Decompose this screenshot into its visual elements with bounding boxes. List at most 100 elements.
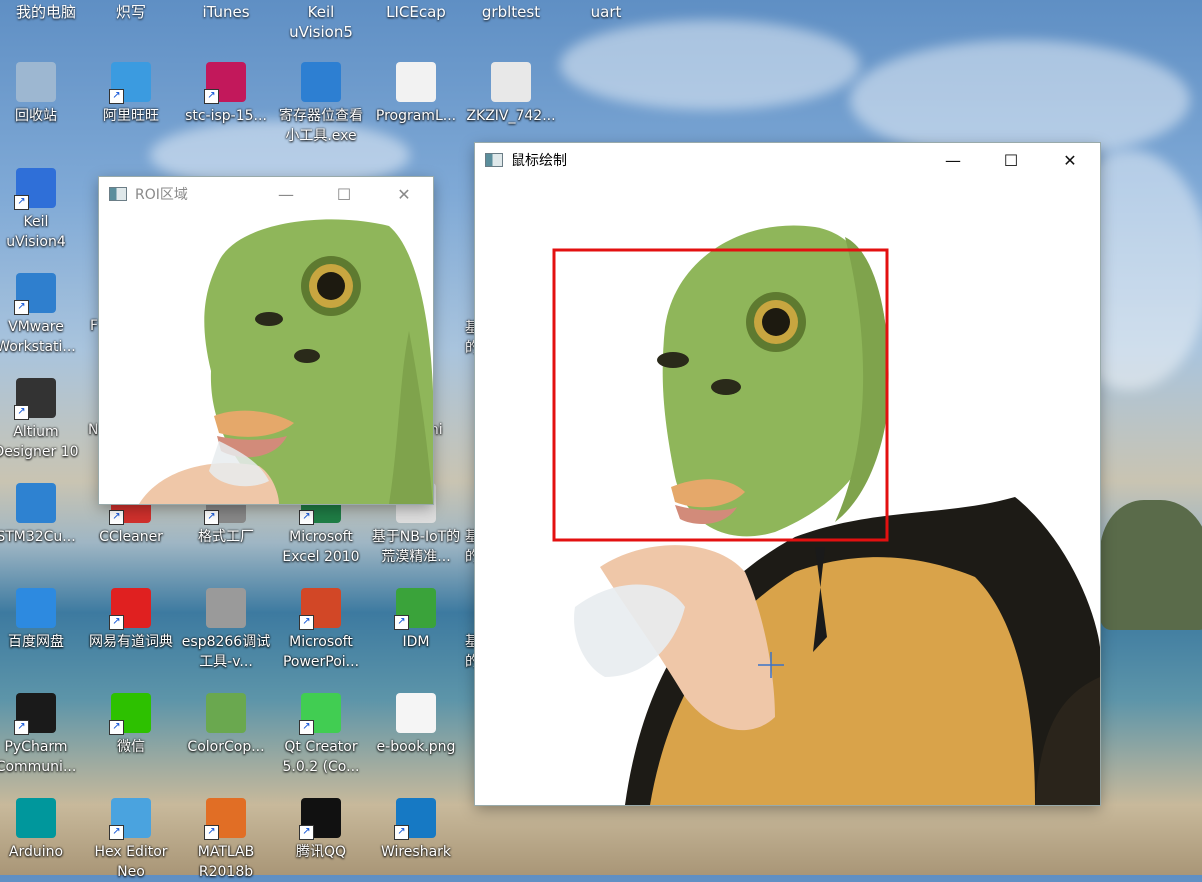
desktop-icon[interactable]: STM32Cu... [0,483,82,547]
main-minimize-button[interactable]: — [924,143,982,177]
desktop-icon-label: Hex Editor Neo [94,844,168,880]
desktop-icon[interactable]: ↗ Altium Designer 10 [0,378,82,462]
desktop-icon-label: Altium Designer 10 [0,424,79,460]
desktop-icon[interactable]: ↗ MATLAB R2018b [180,798,272,882]
desktop-icon-label: 回收站 [15,108,57,124]
app-icon: ↗ [299,588,341,630]
desktop-icon[interactable]: ZKZIV_742... [465,62,557,126]
desktop-icon[interactable]: ↗ Wireshark [370,798,462,862]
desktop-icon[interactable]: ↗ 腾讯QQ [275,798,367,862]
desktop-icon[interactable]: ↗ 阿里旺旺 [85,62,177,126]
shortcut-arrow-icon: ↗ [109,89,124,104]
desktop-icon-label: 格式工厂 [198,529,254,545]
drawing-canvas[interactable] [475,177,1100,805]
app-icon [491,62,531,102]
desktop-icon[interactable]: ↗ 网易有道词典 [85,588,177,652]
desktop-icon[interactable]: ↗ stc-isp-15... [180,62,272,126]
desktop-top-label[interactable]: iTunes [180,2,272,22]
desktop-top-label[interactable]: 炽写 [85,2,177,22]
app-icon: ↗ [299,798,341,840]
shortcut-arrow-icon: ↗ [394,615,409,630]
desktop-top-label[interactable]: LICEcap [370,2,462,22]
desktop-top-label[interactable]: Keil uVision5 [275,2,367,42]
desktop-icon-label: 网易有道词典 [89,634,173,650]
shortcut-arrow-icon: ↗ [14,405,29,420]
desktop-icon[interactable]: ↗ Microsoft PowerPoi... [275,588,367,672]
desktop-icon-label: ProgramL... [375,108,457,124]
app-icon: ↗ [14,273,56,315]
desktop-icon[interactable]: ↗ VMware Workstati... [0,273,82,357]
desktop-icon-label: IDM [402,634,430,650]
shortcut-arrow-icon: ↗ [14,195,29,210]
desktop-icon-label: 微信 [117,739,145,755]
desktop-icon-label: CCleaner [99,529,163,545]
roi-image [99,211,433,504]
main-window-titlebar[interactable]: 鼠标绘制 — ☐ ✕ [475,143,1100,177]
app-icon: ↗ [204,62,246,104]
app-window-icon [109,187,127,201]
main-image [475,177,1100,805]
roi-window-title: ROI区域 [135,187,188,203]
desktop-icon[interactable]: 回收站 [0,62,82,126]
desktop-icon-label: Keil uVision4 [6,214,66,250]
desktop-icon-label: e-book.png [376,739,456,755]
shortcut-arrow-icon: ↗ [299,825,314,840]
roi-close-button[interactable]: ✕ [375,177,433,211]
desktop-icon[interactable]: 寄存器位查看小工具.exe [275,62,367,146]
shortcut-arrow-icon: ↗ [394,825,409,840]
desktop-icon[interactable]: e-book.png [370,693,462,757]
app-icon [301,62,341,102]
app-icon: ↗ [394,798,436,840]
app-icon: ↗ [109,798,151,840]
app-icon: ↗ [14,378,56,420]
app-icon: ↗ [109,693,151,735]
desktop-icon[interactable]: ProgramL... [370,62,462,126]
desktop-icon-label: Arduino [8,844,64,860]
app-icon [16,588,56,628]
desktop-icon[interactable]: 百度网盘 [0,588,82,652]
desktop-icon-label: esp8266调试工具-v... [181,634,271,670]
desktop-top-label[interactable]: 我的电脑 [0,2,92,22]
app-icon: ↗ [109,588,151,630]
desktop-icon[interactable]: Arduino [0,798,82,862]
desktop-icon-label: 百度网盘 [8,634,64,650]
main-window[interactable]: 鼠标绘制 — ☐ ✕ [475,143,1100,805]
roi-minimize-button[interactable]: — [257,177,315,211]
shortcut-arrow-icon: ↗ [109,720,124,735]
desktop-icon[interactable]: ↗ Keil uVision4 [0,168,82,252]
desktop-icon[interactable]: ColorCop... [180,693,272,757]
shortcut-arrow-icon: ↗ [204,89,219,104]
roi-image-canvas [99,211,433,504]
roi-maximize-button[interactable]: ☐ [315,177,373,211]
main-close-button[interactable]: ✕ [1041,143,1099,177]
desktop-icon-label: STM32Cu... [0,529,76,545]
app-icon [16,62,56,102]
app-icon [16,483,56,523]
desktop-icon-label: MATLAB R2018b [197,844,255,880]
desktop-icon-label: PyCharm Communi... [0,739,77,775]
desktop-icon-label: Qt Creator 5.0.2 (Co... [282,739,360,775]
desktop-icon-label: 基于NB-IoT的荒漠精准... [371,529,461,565]
desktop-icon[interactable]: ↗ Hex Editor Neo [85,798,177,882]
desktop-top-label[interactable]: uart [560,2,652,22]
roi-window-titlebar[interactable]: ROI区域 — ☐ ✕ [99,177,433,211]
desktop-icon[interactable]: ↗ PyCharm Communi... [0,693,82,777]
shortcut-arrow-icon: ↗ [14,720,29,735]
desktop-icon-label: Microsoft PowerPoi... [282,634,360,670]
roi-window[interactable]: ROI区域 — ☐ ✕ [99,177,433,504]
desktop-top-label[interactable]: grbltest [465,2,557,22]
desktop-icon[interactable]: ↗ Qt Creator 5.0.2 (Co... [275,693,367,777]
desktop-icon[interactable]: ↗ IDM [370,588,462,652]
app-icon [16,798,56,838]
app-icon [396,62,436,102]
desktop-icon[interactable]: ↗ 微信 [85,693,177,757]
shortcut-arrow-icon: ↗ [14,300,29,315]
desktop-icon[interactable]: esp8266调试工具-v... [180,588,272,672]
main-maximize-button[interactable]: ☐ [982,143,1040,177]
desktop-icon-label: ZKZIV_742... [466,108,556,124]
app-icon [206,693,246,733]
app-icon: ↗ [299,693,341,735]
desktop-icon-label: Microsoft Excel 2010 [282,529,360,565]
app-icon: ↗ [14,168,56,210]
app-icon: ↗ [204,798,246,840]
